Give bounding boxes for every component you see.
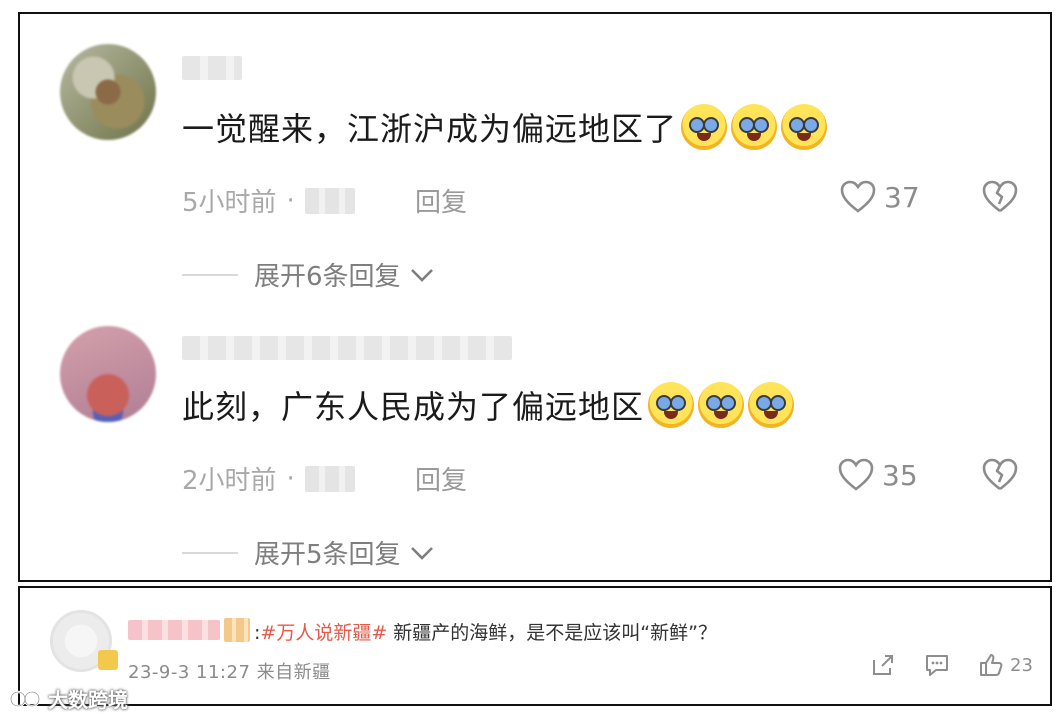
- broken-heart-icon: [982, 180, 1018, 213]
- post-body: 新疆产的海鲜，是不是应该叫“新鲜”？: [387, 622, 717, 644]
- like-count: 35: [882, 458, 918, 492]
- expand-label: 展开5条回复: [254, 540, 401, 570]
- crying-laughing-emoji-icon: [731, 104, 778, 150]
- hashtag-link[interactable]: #万人说新疆#: [260, 622, 387, 644]
- watermark: 大数跨境: [8, 684, 128, 713]
- share-icon: [873, 655, 893, 675]
- comment-time: 5小时前: [182, 188, 277, 218]
- share-button[interactable]: [870, 652, 896, 678]
- comment-text: 此刻，广东人民成为了偏远地区: [182, 382, 795, 428]
- broken-heart-icon: [982, 458, 1018, 491]
- blurred-location: [304, 187, 355, 214]
- avatar[interactable]: [60, 44, 156, 140]
- comment-button[interactable]: [924, 652, 950, 678]
- comment-meta: 5小时前 ·: [182, 182, 355, 219]
- crying-laughing-emoji-icon: [681, 104, 728, 150]
- crying-laughing-emoji-icon: [698, 382, 745, 428]
- comment-body: 一觉醒来，江浙沪成为偏远地区了: [182, 110, 678, 148]
- crying-laughing-emoji-icon: [648, 382, 695, 428]
- reply-button[interactable]: 回复: [415, 460, 467, 497]
- separator: ·: [286, 185, 295, 216]
- post-meta: 23-9-3 11:27 来自新疆: [128, 662, 331, 683]
- watermark-logo-icon: [9, 690, 41, 707]
- comment-time: 2小时前: [182, 466, 277, 496]
- dislike-button[interactable]: [982, 458, 1018, 496]
- verified-badge-icon: [98, 650, 118, 670]
- expand-replies[interactable]: 展开5条回复: [182, 534, 435, 571]
- dislike-button[interactable]: [982, 180, 1018, 218]
- divider-line: [182, 551, 238, 554]
- expand-replies[interactable]: 展开6条回复: [182, 256, 435, 293]
- blurred-username[interactable]: [182, 56, 242, 80]
- chevron-down-icon: [410, 546, 433, 560]
- comment-meta: 2小时前 ·: [182, 460, 355, 497]
- like-count: 23: [1010, 654, 1033, 676]
- heart-icon: [840, 180, 876, 213]
- crying-laughing-emoji-icon: [781, 104, 828, 150]
- blurred-username[interactable]: [182, 336, 512, 360]
- post-actions: 23: [870, 652, 1033, 678]
- reply-button[interactable]: 回复: [415, 182, 467, 219]
- watermark-text: 大数跨境: [48, 688, 128, 712]
- avatar[interactable]: [60, 326, 156, 422]
- divider-line: [182, 273, 238, 276]
- separator: ·: [286, 463, 295, 494]
- expand-label: 展开6条回复: [254, 262, 401, 292]
- weibo-post-panel: :#万人说新疆# 新疆产的海鲜，是不是应该叫“新鲜”？ 23-9-3 11:27…: [18, 586, 1052, 706]
- like-button[interactable]: 37: [840, 180, 920, 214]
- blurred-location: [304, 465, 355, 492]
- comment-icon: [926, 655, 948, 676]
- comment-panel: 一觉醒来，江浙沪成为偏远地区了 5小时前 · 回复 37 展开6条回复 此刻，广…: [18, 12, 1052, 582]
- like-count: 37: [884, 180, 920, 214]
- like-button[interactable]: 35: [838, 458, 918, 492]
- comment-text: 一觉醒来，江浙沪成为偏远地区了: [182, 104, 828, 150]
- blurred-username[interactable]: [128, 620, 220, 640]
- crying-laughing-emoji-icon: [748, 382, 795, 428]
- post-text: :#万人说新疆# 新疆产的海鲜，是不是应该叫“新鲜”？: [254, 618, 717, 645]
- heart-icon: [838, 458, 874, 491]
- like-button[interactable]: 23: [978, 652, 1033, 678]
- chevron-down-icon: [410, 268, 433, 282]
- blurred-user-mark: [224, 618, 250, 642]
- comment-body: 此刻，广东人民成为了偏远地区: [182, 388, 645, 426]
- thumbs-up-icon: [980, 654, 1003, 676]
